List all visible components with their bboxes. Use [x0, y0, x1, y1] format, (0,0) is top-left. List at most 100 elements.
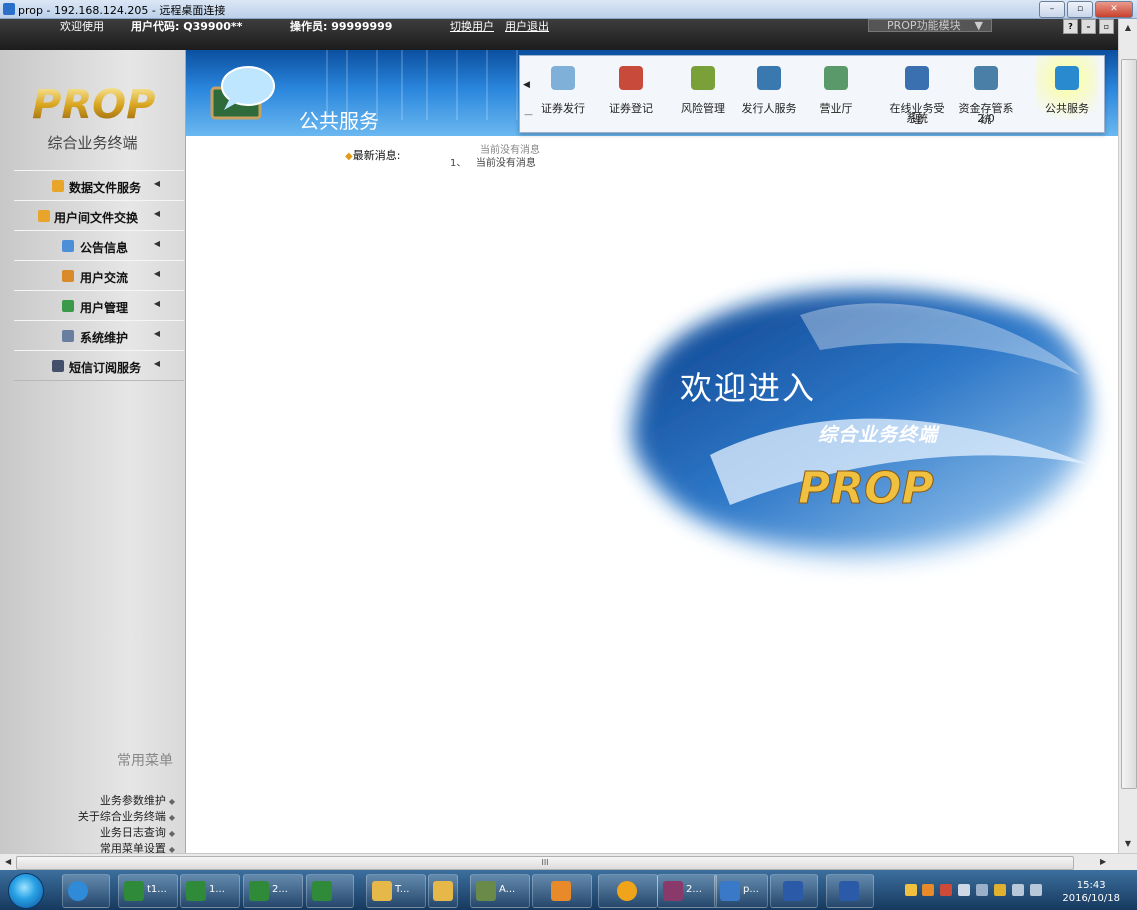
sidebar-item-sms-subscription[interactable]: 短信订阅服务 ◀ [14, 350, 184, 381]
task-label: 2... [272, 884, 288, 895]
taskbar-item-word-2[interactable] [826, 874, 874, 908]
scroll-left-icon[interactable]: ◀ [523, 80, 530, 90]
outlook-tray-icon[interactable] [922, 884, 934, 896]
logout-link[interactable]: 用户退出 [505, 18, 549, 34]
common-link-label: 业务日志查询 [99, 826, 166, 839]
module-select-value: PROP功能模块 [887, 19, 961, 32]
taskbar-item-ie[interactable] [62, 874, 110, 908]
mail-icon[interactable] [905, 884, 917, 896]
module-select[interactable]: PROP功能模块 ▼ [868, 19, 992, 32]
taskbar-item-excel-3[interactable]: 2... [243, 874, 303, 908]
hall-icon [824, 66, 848, 90]
sidebar-item-system-maintenance[interactable]: 系统维护 ◀ [14, 320, 184, 351]
app-window-controls: ? – ▫ [1063, 19, 1114, 34]
tool-securities-registration[interactable]: 证券登记 [600, 56, 662, 132]
taskbar-item-app-a[interactable]: A... [470, 874, 530, 908]
volume-icon[interactable] [1030, 884, 1042, 896]
outlook-icon [551, 881, 571, 901]
welcome-logo: PROP [798, 463, 934, 514]
task-label: 2... [686, 884, 702, 895]
logo-text: PROP [32, 82, 155, 128]
restore-button[interactable]: ▫ [1067, 1, 1093, 18]
sidebar-item-announcements[interactable]: 公告信息 ◀ [14, 230, 184, 261]
taskbar-item-chat[interactable] [598, 874, 658, 908]
folder-icon [372, 881, 392, 901]
wrench-icon [62, 330, 74, 342]
sidebar-item-label: 公告信息 [80, 241, 129, 255]
diamond-icon: ◆ [168, 797, 175, 806]
tool-public-service[interactable]: 公共服务 [1036, 56, 1098, 132]
hscroll-thumb[interactable]: III [16, 856, 1074, 870]
common-menu-title: 常用菜单 [117, 753, 173, 769]
taskbar-item-folder-2[interactable] [428, 874, 458, 908]
tool-business-hall[interactable]: 营业厅 [805, 56, 867, 132]
excel-icon [186, 881, 206, 901]
chart-icon [551, 66, 575, 90]
network-icon[interactable] [1012, 884, 1024, 896]
operator: 操作员: 99999999 [290, 20, 393, 33]
scroll-thumb[interactable] [1121, 59, 1137, 789]
news-item-number: 1、 [450, 158, 467, 169]
diamond-icon: ◆ [168, 829, 175, 838]
monitor-tray-icon[interactable] [958, 884, 970, 896]
task-label: t1... [147, 884, 167, 895]
chat-icon [617, 881, 637, 901]
sidebar-item-user-management[interactable]: 用户管理 ◀ [14, 290, 184, 321]
sidebar-item-user-exchange[interactable]: 用户交流 ◀ [14, 260, 184, 291]
chevron-left-icon: ◀ [153, 239, 160, 248]
windows-taskbar: t1... 1... 2... T... A... 2... p... 15:4… [0, 870, 1137, 910]
app-restore-button[interactable]: ▫ [1099, 19, 1114, 34]
welcome-graphic: PROP 欢迎进入 综合业务终端 [610, 255, 1120, 585]
taskbar-item-excel-1[interactable]: t1... [118, 874, 178, 908]
taskbar-item-excel-2[interactable]: 1... [180, 874, 240, 908]
tool-online-business[interactable]: 在线业务受理 系统 [886, 56, 948, 132]
scroll-up-icon[interactable]: ▲ [1121, 21, 1135, 35]
minimize-button[interactable]: – [1039, 1, 1065, 18]
excel-icon [124, 881, 144, 901]
common-link-about[interactable]: 关于综合业务终端 ◆ [78, 808, 175, 824]
tool-label-line2: 2.0 [977, 112, 995, 125]
tool-risk-management[interactable]: 风险管理 [672, 56, 734, 132]
clock-time: 15:43 [1076, 880, 1106, 891]
sidebar-item-label: 用户交流 [80, 271, 129, 285]
fund-icon [974, 66, 998, 90]
taskbar-item-excel-4[interactable] [306, 874, 354, 908]
switch-user-link[interactable]: 切换用户 [450, 18, 494, 34]
module-toolbar: ◀ — 证券发行 证券登记 风险管理 发行人服务 营业厅 在线业务受理 系统 资… [519, 55, 1105, 133]
sidebar-item-file-exchange[interactable]: 用户间文件交换 ◀ [14, 200, 184, 231]
tool-label: 风险管理 [681, 102, 725, 115]
taskbar-item-outlook[interactable] [532, 874, 592, 908]
app-minimize-button[interactable]: – [1081, 19, 1096, 34]
security-tray-icon[interactable] [994, 884, 1006, 896]
scroll-left-icon[interactable]: ◀ [5, 857, 11, 866]
start-button[interactable] [8, 873, 44, 909]
common-link-log-query[interactable]: 业务日志查询 ◆ [100, 824, 175, 840]
taskbar-item-folder-1[interactable]: T... [366, 874, 426, 908]
horizontal-scrollbar[interactable]: ◀ III ▶ [0, 853, 1137, 871]
tool-issuer-service[interactable]: 发行人服务 [738, 56, 800, 132]
tool-securities-issuance[interactable]: 证券发行 [532, 56, 594, 132]
word-icon [839, 881, 859, 901]
tool-label: 发行人服务 [741, 102, 797, 115]
vertical-scrollbar[interactable]: ▲ ▼ [1118, 19, 1137, 853]
keyboard-tray-icon[interactable] [976, 884, 988, 896]
welcome-text: 欢迎使用 [60, 20, 104, 33]
close-button[interactable]: ✕ [1095, 1, 1133, 18]
system-clock[interactable]: 15:43 2016/10/18 [1062, 879, 1120, 905]
chevron-left-icon: ◀ [153, 299, 160, 308]
sidebar-item-label: 用户间文件交换 [54, 211, 139, 225]
issuer-icon [757, 66, 781, 90]
sidebar-item-data-file-service[interactable]: 数据文件服务 ◀ [14, 170, 184, 201]
system-tray: 15:43 2016/10/18 [900, 874, 1130, 906]
tool-tray-icon[interactable] [940, 884, 952, 896]
help-button[interactable]: ? [1063, 19, 1078, 34]
scroll-down-icon[interactable]: ▼ [1121, 837, 1135, 851]
common-link-params[interactable]: 业务参数维护 ◆ [100, 792, 175, 808]
taskbar-item-word-1[interactable] [770, 874, 818, 908]
taskbar-item-winrar[interactable]: 2... [657, 874, 717, 908]
tool-fund-custody[interactable]: 资金存管系统 2.0 [955, 56, 1017, 132]
excel-icon [249, 881, 269, 901]
scroll-right-icon[interactable]: ▶ [1100, 857, 1106, 866]
taskbar-item-remote-desktop[interactable]: p... [714, 874, 768, 908]
window-title: prop - 192.168.124.205 - 远程桌面连接 [18, 4, 226, 17]
